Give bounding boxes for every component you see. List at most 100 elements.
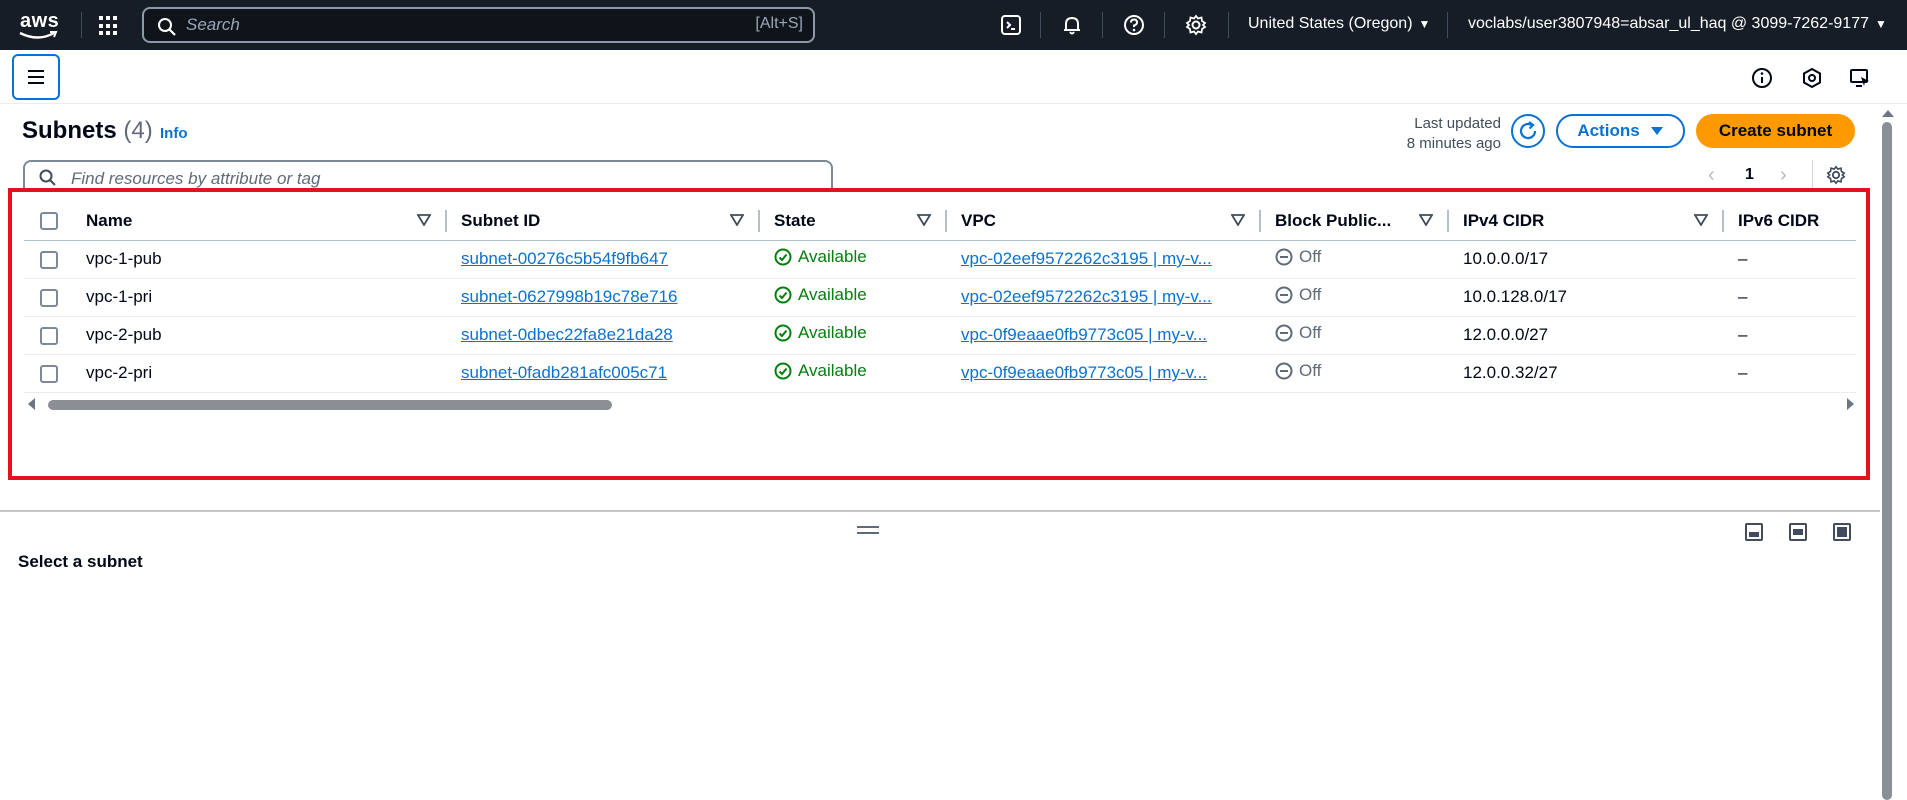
- subnet-id-link[interactable]: subnet-0dbec22fa8e21da28: [461, 325, 673, 344]
- vpc-link[interactable]: vpc-02eef9572262c3195 | my-v...: [961, 287, 1212, 306]
- account-menu[interactable]: voclabs/user3807948=absar_ul_haq @ 3099-…: [1468, 15, 1887, 33]
- info-panel-icon[interactable]: [1750, 66, 1774, 90]
- subnet-id-link[interactable]: subnet-0627998b19c78e716: [461, 287, 677, 306]
- row-checkbox[interactable]: [40, 288, 58, 307]
- state-label: Available: [798, 247, 867, 266]
- nav-divider: [81, 12, 82, 38]
- column-header-name[interactable]: Name: [72, 202, 447, 241]
- sort-caret-icon[interactable]: [1419, 214, 1433, 226]
- column-header-label: Name: [86, 210, 133, 230]
- secondary-toolbar: [0, 50, 1907, 104]
- column-header-vpc[interactable]: VPC: [947, 202, 1261, 241]
- block-public-label: Off: [1299, 247, 1322, 266]
- pager-divider: [1812, 160, 1813, 188]
- global-search-input[interactable]: [186, 14, 686, 36]
- notifications-bell-icon[interactable]: [1060, 13, 1084, 37]
- scroll-up-arrow-icon[interactable]: [1882, 110, 1894, 117]
- page-title-text: Subnets: [22, 117, 117, 144]
- subnet-id-link[interactable]: subnet-00276c5b54f9fb647: [461, 249, 668, 268]
- filter-input[interactable]: [71, 168, 771, 190]
- cloudshell-icon[interactable]: [999, 13, 1023, 37]
- cell-ipv6-cidr: –: [1724, 278, 1856, 317]
- row-select-cell: [24, 240, 72, 279]
- column-header-state[interactable]: State: [760, 202, 947, 241]
- actions-label: Actions: [1577, 121, 1640, 140]
- actions-dropdown-button[interactable]: Actions: [1556, 114, 1685, 148]
- global-search[interactable]: [Alt+S]: [142, 7, 815, 43]
- table-preferences-gear-icon[interactable]: [1826, 165, 1846, 185]
- scrollbar-thumb[interactable]: [1882, 122, 1892, 800]
- hamburger-menu-icon: [28, 70, 44, 84]
- resource-explorer-icon[interactable]: [1800, 66, 1824, 90]
- row-checkbox[interactable]: [40, 326, 58, 345]
- refresh-button[interactable]: [1511, 114, 1545, 148]
- sort-caret-icon[interactable]: [917, 214, 931, 226]
- column-header-ipv4-cidr[interactable]: IPv4 CIDR: [1449, 202, 1724, 241]
- create-subnet-button[interactable]: Create subnet: [1696, 114, 1855, 148]
- column-header-label: VPC: [961, 210, 996, 230]
- vpc-link[interactable]: vpc-0f9eaae0fb9773c05 | my-v...: [961, 363, 1207, 382]
- column-header-subnet-id[interactable]: Subnet ID: [447, 202, 760, 241]
- table-row[interactable]: vpc-1-pri subnet-0627998b19c78e716 Avail…: [24, 278, 1856, 317]
- last-updated-time: 8 minutes ago: [1406, 135, 1501, 152]
- table-horizontal-scrollbar[interactable]: [28, 396, 1854, 412]
- side-navigation-toggle[interactable]: [12, 54, 60, 100]
- vpc-link[interactable]: vpc-02eef9572262c3195 | my-v...: [961, 249, 1212, 268]
- vpc-link[interactable]: vpc-0f9eaae0fb9773c05 | my-v...: [961, 325, 1207, 344]
- split-panel-drag-handle-icon[interactable]: [857, 526, 879, 534]
- cell-state: Available: [760, 240, 947, 279]
- sort-caret-icon[interactable]: [730, 214, 744, 226]
- state-label: Available: [798, 323, 867, 342]
- scroll-left-arrow-icon[interactable]: [28, 398, 35, 410]
- status-success-icon: [774, 324, 792, 342]
- remote-desktop-icon[interactable]: [1848, 66, 1872, 90]
- row-checkbox[interactable]: [40, 250, 58, 269]
- column-header-ipv6-cidr[interactable]: IPv6 CIDR: [1724, 202, 1856, 241]
- nav-divider: [1040, 12, 1041, 38]
- scrollbar-thumb[interactable]: [48, 400, 612, 410]
- scroll-right-arrow-icon[interactable]: [1847, 398, 1854, 410]
- cell-name: vpc-2-pri: [72, 354, 447, 393]
- next-page-icon[interactable]: ›: [1780, 164, 1787, 187]
- select-all-checkbox[interactable]: [40, 212, 58, 231]
- sort-caret-icon[interactable]: [417, 214, 431, 226]
- select-all-cell: [24, 202, 72, 241]
- split-panel-divider: [0, 510, 1880, 512]
- search-icon: [158, 18, 176, 36]
- block-public-label: Off: [1299, 323, 1322, 342]
- split-panel-fullscreen-icon[interactable]: [1833, 523, 1851, 541]
- state-label: Available: [798, 361, 867, 380]
- subnet-id-link[interactable]: subnet-0fadb281afc005c71: [461, 363, 667, 382]
- state-label: Available: [798, 285, 867, 304]
- split-panel-side-icon[interactable]: [1789, 523, 1807, 541]
- cell-state: Available: [760, 354, 947, 393]
- table-row[interactable]: vpc-1-pub subnet-00276c5b54f9fb647 Avail…: [24, 240, 1856, 279]
- info-link[interactable]: Info: [160, 125, 188, 142]
- last-updated-label: Last updated: [1414, 115, 1501, 132]
- help-icon[interactable]: [1122, 13, 1146, 37]
- current-page[interactable]: 1: [1745, 166, 1754, 184]
- region-selector[interactable]: United States (Oregon) ▼: [1248, 15, 1430, 33]
- aws-logo[interactable]: aws: [18, 10, 62, 40]
- table-row[interactable]: vpc-2-pri subnet-0fadb281afc005c71 Avail…: [24, 354, 1856, 393]
- previous-page-icon[interactable]: ‹: [1708, 164, 1715, 187]
- page-vertical-scrollbar[interactable]: [1880, 104, 1894, 800]
- block-public-label: Off: [1299, 285, 1322, 304]
- settings-gear-icon[interactable]: [1184, 13, 1208, 37]
- block-public-label: Off: [1299, 361, 1322, 380]
- row-select-cell: [24, 316, 72, 355]
- table-row[interactable]: vpc-2-pub subnet-0dbec22fa8e21da28 Avail…: [24, 316, 1856, 355]
- split-panel-bottom-icon[interactable]: [1745, 523, 1763, 541]
- row-checkbox[interactable]: [40, 364, 58, 383]
- cell-block-public: Off: [1261, 354, 1449, 393]
- cell-vpc: vpc-02eef9572262c3195 | my-v...: [947, 240, 1261, 279]
- cell-block-public: Off: [1261, 278, 1449, 317]
- column-header-block-public[interactable]: Block Public...: [1261, 202, 1449, 241]
- services-grid-icon[interactable]: [99, 16, 119, 36]
- cell-name: vpc-1-pri: [72, 278, 447, 317]
- sort-caret-icon[interactable]: [1694, 214, 1708, 226]
- status-success-icon: [774, 362, 792, 380]
- cell-state: Available: [760, 278, 947, 317]
- sort-caret-icon[interactable]: [1231, 214, 1245, 226]
- refresh-icon: [1519, 121, 1537, 140]
